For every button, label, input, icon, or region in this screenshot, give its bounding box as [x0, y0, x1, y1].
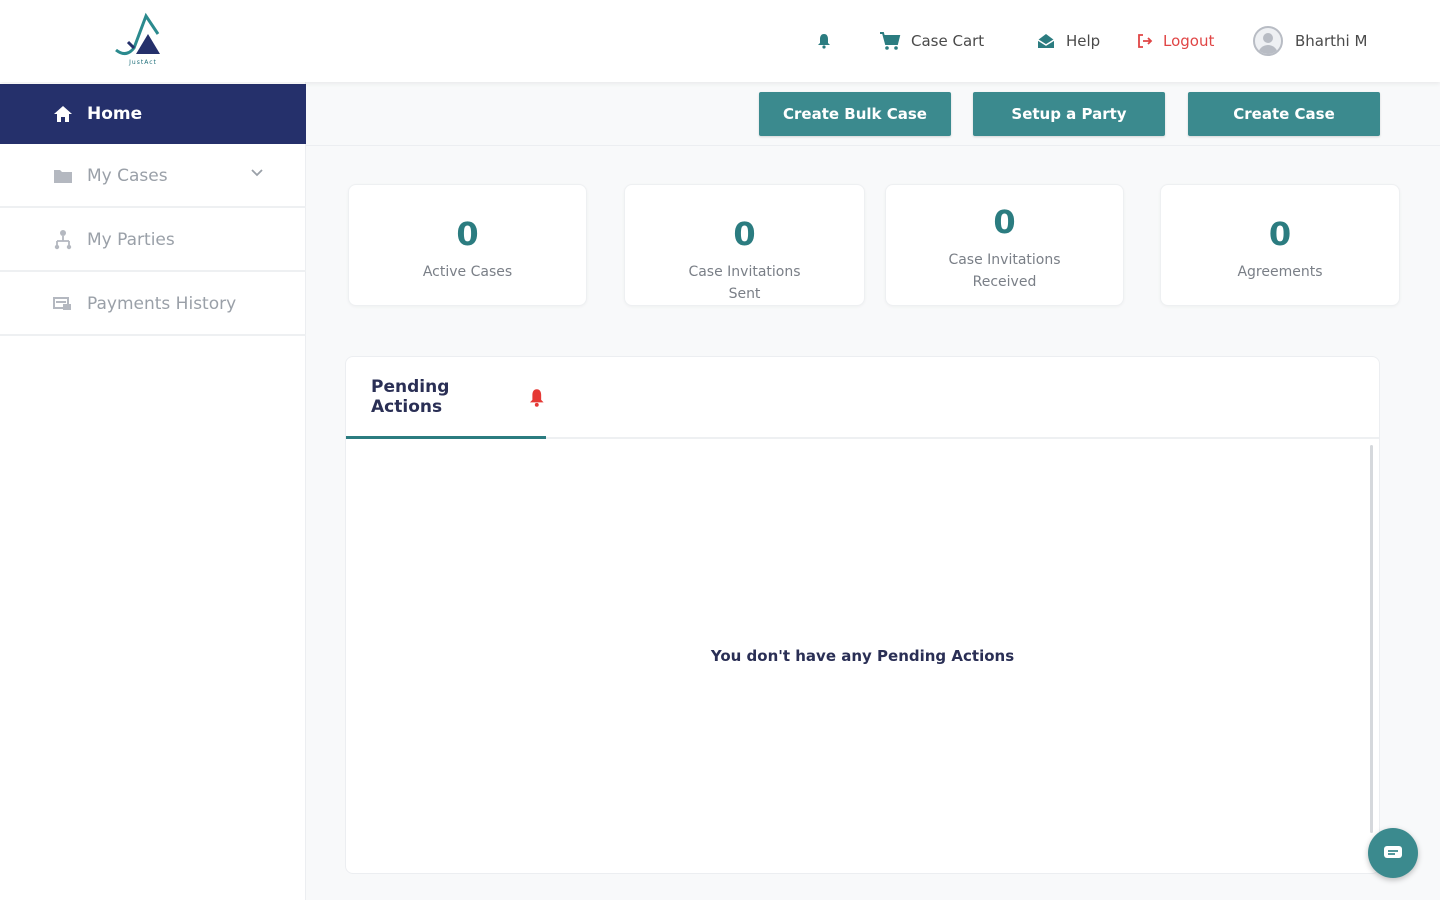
chevron-down-icon[interactable]: [250, 168, 264, 178]
stat-value: 0: [993, 203, 1016, 241]
folder-icon: [52, 165, 74, 187]
notifications-button[interactable]: [817, 28, 841, 54]
sidebar-item-label: Home: [87, 104, 143, 124]
action-bar: Create Bulk Case Setup a Party Create Ca…: [306, 82, 1440, 146]
stat-value: 0: [733, 215, 756, 253]
cart-icon: [880, 32, 901, 50]
justact-logo[interactable]: JustAct: [108, 12, 178, 70]
stat-label: Case Invitations Sent: [688, 264, 801, 302]
stat-label: Case Invitations Received: [948, 252, 1061, 290]
empty-state-message: You don't have any Pending Actions: [710, 647, 1015, 665]
help-icon: [1037, 34, 1055, 48]
chat-icon: [1384, 846, 1402, 858]
stat-card-invitations-sent[interactable]: 0 Case Invitations Sent: [624, 184, 865, 306]
stat-card-active-cases[interactable]: 0 Active Cases: [348, 184, 587, 306]
sidebar-item-payments-history[interactable]: Payments History: [0, 274, 306, 336]
create-case-button[interactable]: Create Case: [1188, 92, 1380, 136]
case-cart-link[interactable]: Case Cart: [879, 28, 984, 54]
stat-label: Agreements: [1237, 264, 1323, 280]
sidebar-item-label: My Cases: [87, 166, 168, 186]
user-menu[interactable]: Bharthi M: [1253, 26, 1368, 56]
sidebar-item-my-cases[interactable]: My Cases: [0, 146, 306, 208]
scrollbar[interactable]: [1370, 445, 1373, 833]
user-name: Bharthi M: [1295, 32, 1368, 50]
logout-link[interactable]: Logout: [1137, 28, 1214, 54]
parties-icon: [52, 229, 74, 251]
panel-tab-bar: Pending Actions: [346, 357, 1379, 439]
pending-actions-panel: Pending Actions You don't have any Pendi…: [345, 356, 1380, 874]
logo-wordmark: JustAct: [129, 59, 157, 66]
tab-pending-actions[interactable]: Pending Actions: [346, 357, 546, 439]
help-link[interactable]: Help: [1036, 28, 1100, 54]
payments-icon: [52, 293, 74, 315]
bell-icon: [818, 34, 830, 49]
sidebar-item-label: My Parties: [87, 230, 175, 250]
sidebar-item-home[interactable]: Home: [0, 84, 306, 144]
stat-card-agreements[interactable]: 0 Agreements: [1160, 184, 1400, 306]
sidebar-item-label: Payments History: [87, 294, 237, 314]
tab-label: Pending Actions: [371, 376, 450, 417]
stat-card-invitations-received[interactable]: 0 Case Invitations Received: [885, 184, 1124, 306]
alert-bell-icon: [530, 388, 545, 407]
home-icon: [52, 103, 74, 125]
sidebar: Home My Cases My Parties Payments Histor…: [0, 82, 306, 900]
top-header: JustAct Case Cart Help Logout Bharthi M: [0, 0, 1440, 82]
chat-button[interactable]: [1368, 828, 1418, 878]
create-bulk-case-button[interactable]: Create Bulk Case: [759, 92, 951, 136]
avatar: [1253, 26, 1283, 56]
sidebar-item-my-parties[interactable]: My Parties: [0, 210, 306, 272]
stat-value: 0: [456, 215, 479, 253]
setup-party-button[interactable]: Setup a Party: [973, 92, 1165, 136]
help-label: Help: [1066, 32, 1101, 50]
case-cart-label: Case Cart: [911, 32, 985, 50]
stat-label: Active Cases: [422, 264, 513, 280]
logout-icon: [1138, 34, 1153, 48]
stat-value: 0: [1268, 215, 1292, 253]
logout-label: Logout: [1163, 32, 1215, 50]
